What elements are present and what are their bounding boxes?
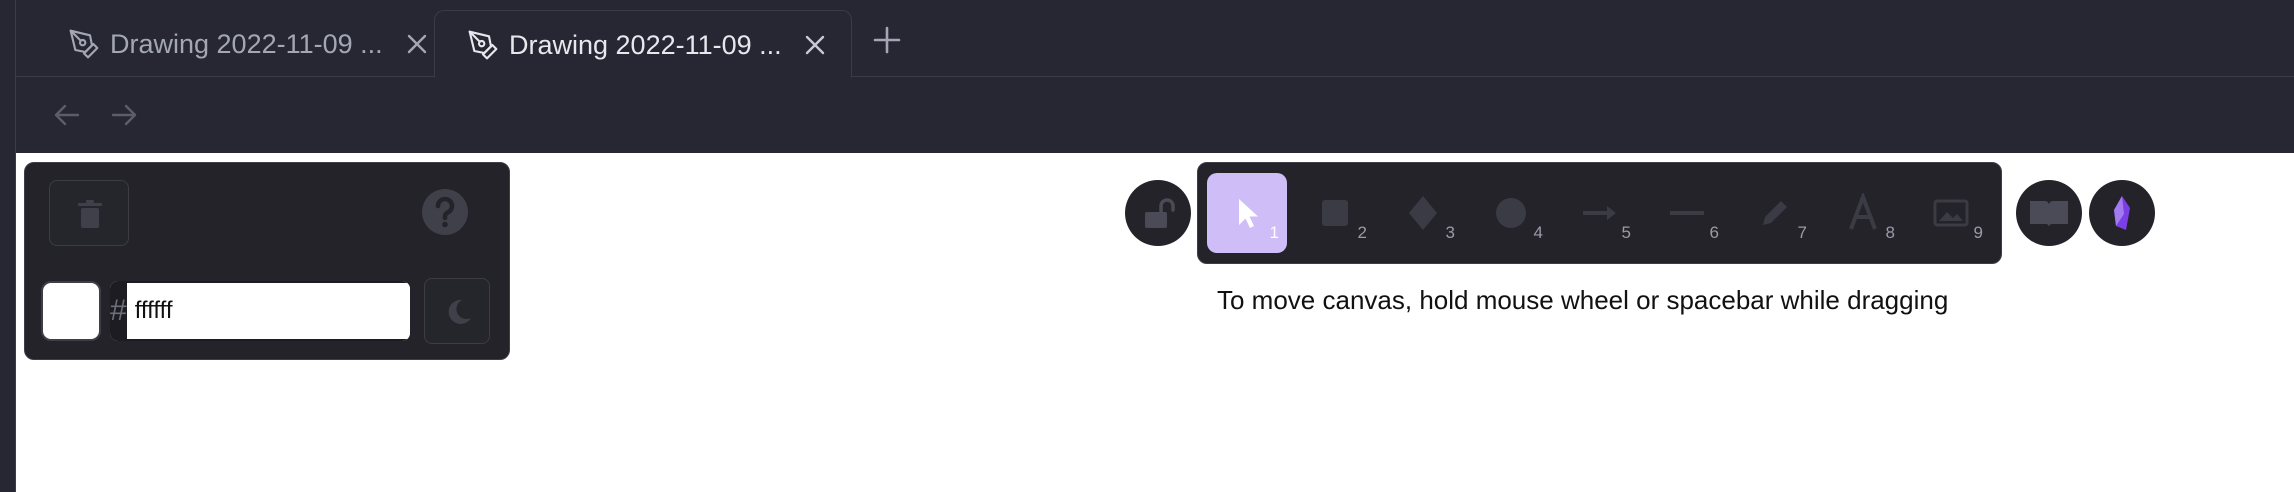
hex-prefix: # (110, 281, 127, 341)
close-tab-icon[interactable] (401, 28, 433, 60)
tool-shortcut: 8 (1885, 223, 1895, 242)
text-icon (1849, 193, 1877, 230)
theme-toggle-button[interactable] (424, 278, 490, 344)
tab-bar: Drawing 2022-11-09 ... Drawing 2022-11-0… (16, 0, 2294, 78)
tool-shortcut: 4 (1533, 223, 1543, 242)
tool-draw[interactable]: 7 (1735, 173, 1815, 253)
arrow-left-icon (54, 104, 80, 126)
circle-icon (1496, 198, 1526, 228)
tool-ellipse[interactable]: 4 (1471, 173, 1551, 253)
tool-shortcut: 6 (1709, 223, 1719, 242)
hex-color-field: # (110, 281, 410, 341)
back-button[interactable] (50, 98, 84, 132)
diamond-icon (1409, 196, 1437, 230)
pen-tool-icon (467, 29, 499, 61)
square-icon (1322, 200, 1348, 226)
arrow-right-icon (111, 104, 137, 126)
tool-text[interactable]: 8 (1823, 173, 1903, 253)
lock-open-icon (1145, 198, 1175, 228)
image-icon (1933, 199, 1969, 227)
nav-bar (16, 78, 2294, 153)
pen-tool-icon (68, 28, 100, 60)
tab-title: Drawing 2022-11-09 ... (110, 29, 383, 59)
tool-shortcut: 2 (1357, 223, 1367, 242)
tab-drawing-1[interactable]: Drawing 2022-11-09 ... (36, 10, 446, 78)
tool-arrow[interactable]: 5 (1559, 173, 1639, 253)
book-icon (2030, 201, 2068, 227)
clear-canvas-button[interactable] (49, 180, 129, 246)
lock-tool-button[interactable] (1125, 180, 1191, 246)
new-tab-button[interactable] (869, 22, 905, 58)
arrow-icon (1583, 206, 1616, 220)
help-icon (422, 189, 468, 235)
help-button[interactable] (420, 187, 470, 237)
drawing-canvas[interactable]: # 1 2 3 4 (17, 153, 2294, 492)
shape-toolbar: 1 2 3 4 5 6 7 8 9 (1197, 162, 2002, 264)
moon-icon (448, 299, 471, 324)
tool-line[interactable]: 6 (1647, 173, 1727, 253)
color-panel: # (24, 162, 510, 360)
tool-shortcut: 7 (1797, 223, 1807, 242)
line-icon (1670, 211, 1704, 215)
tool-image[interactable]: 9 (1911, 173, 1991, 253)
left-edge (0, 0, 16, 492)
canvas-hint-text: To move canvas, hold mouse wheel or spac… (1217, 285, 1949, 315)
obsidian-tools-button[interactable] (2089, 180, 2155, 246)
tool-selection[interactable]: 1 (1207, 173, 1287, 253)
forward-button[interactable] (107, 98, 141, 132)
plus-icon (873, 26, 901, 54)
tool-shortcut: 3 (1445, 223, 1455, 242)
hex-color-input[interactable] (126, 281, 410, 341)
tool-rectangle[interactable]: 2 (1295, 173, 1375, 253)
tool-shortcut: 1 (1269, 223, 1279, 242)
tab-title: Drawing 2022-11-09 ... (509, 30, 782, 60)
cursor-icon (1239, 199, 1258, 228)
tool-shortcut: 9 (1973, 223, 1983, 242)
color-swatch[interactable] (41, 281, 101, 341)
tool-diamond[interactable]: 3 (1383, 173, 1463, 253)
tab-drawing-2[interactable]: Drawing 2022-11-09 ... (434, 10, 852, 78)
pencil-icon (1763, 201, 1787, 225)
tool-shortcut: 5 (1621, 223, 1631, 242)
gem-icon (2114, 196, 2130, 230)
close-tab-icon[interactable] (799, 29, 831, 61)
library-button[interactable] (2016, 180, 2082, 246)
trash-icon (78, 200, 102, 228)
